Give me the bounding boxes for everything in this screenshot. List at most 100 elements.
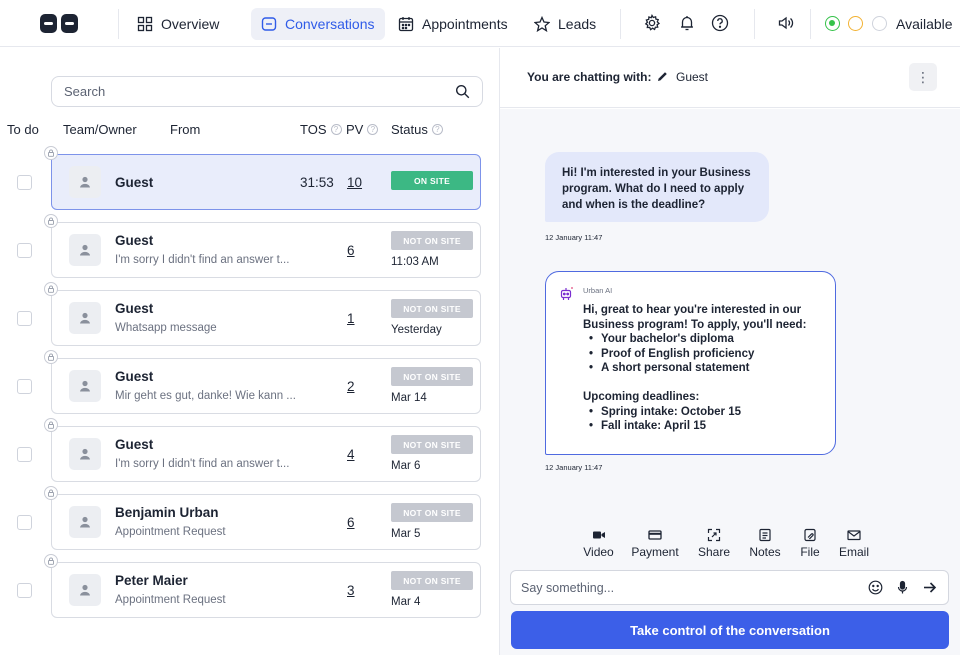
table-row[interactable]: Peter Maier Appointment Request 3 NOT ON SI…	[0, 554, 499, 620]
column-header-status: Status?	[391, 122, 443, 137]
bell-icon	[681, 16, 693, 31]
help-icon[interactable]: ?	[367, 124, 379, 135]
robot-icon	[560, 287, 573, 300]
nav-appointments-label: Appointments	[422, 16, 508, 32]
search-box[interactable]	[51, 76, 483, 107]
send-button[interactable]	[920, 579, 938, 597]
nav-conversations-label: Conversations	[285, 16, 375, 32]
lock-icon[interactable]	[44, 146, 58, 160]
search-input[interactable]	[64, 84, 455, 99]
chat-tools: Video Payment Share Notes File Email	[575, 528, 878, 559]
todo-checkbox[interactable]	[17, 175, 32, 190]
status-available-dot[interactable]	[825, 16, 840, 31]
lock-icon[interactable]	[44, 350, 58, 364]
list-item: Proof of English proficiency	[589, 347, 823, 362]
todo-checkbox[interactable]	[17, 311, 32, 326]
contact-name: Guest	[115, 233, 154, 248]
todo-checkbox[interactable]	[17, 515, 32, 530]
take-control-button[interactable]: Take control of the conversation	[511, 611, 949, 649]
user-icon	[80, 176, 90, 188]
todo-checkbox[interactable]	[17, 447, 32, 462]
column-header-todo: To do	[7, 122, 39, 137]
table-row[interactable]: Guest I'm sorry I didn't find an answer t…	[0, 214, 499, 280]
page-views-link[interactable]: 3	[347, 583, 355, 598]
avatar	[69, 574, 101, 606]
file-tool-button[interactable]: File	[790, 528, 830, 559]
notifications-button[interactable]	[677, 13, 697, 33]
more-options-button[interactable]: ⋮	[909, 63, 937, 91]
avatar	[69, 234, 101, 266]
availability-label: Available	[896, 16, 953, 32]
nav-divider	[118, 9, 119, 39]
nav-overview[interactable]: Overview	[127, 8, 229, 40]
calendar-icon	[398, 17, 414, 32]
nav-conversations[interactable]: Conversations	[251, 8, 385, 40]
page-views-link[interactable]: 1	[347, 311, 355, 326]
share-expand-icon	[707, 528, 721, 542]
lock-icon[interactable]	[44, 214, 58, 228]
payment-tool-button[interactable]: Payment	[622, 528, 688, 559]
message-input[interactable]	[521, 580, 857, 595]
table-row[interactable]: Guest Mir geht es gut, danke! Wie kann ..…	[0, 350, 499, 416]
page-views-link[interactable]: 6	[347, 515, 355, 530]
todo-checkbox[interactable]	[17, 379, 32, 394]
help-button[interactable]	[710, 13, 730, 33]
column-header-team: Team/Owner	[63, 122, 137, 137]
table-row[interactable]: Guest 31:53 10 ON SITE	[0, 146, 499, 212]
lock-icon[interactable]	[44, 418, 58, 432]
ai-sender-name: Urban AI	[583, 286, 613, 295]
last-activity-time: Mar 6	[391, 460, 421, 472]
notes-tool-button[interactable]: Notes	[740, 528, 790, 559]
lock-icon[interactable]	[44, 282, 58, 296]
chat-header: You are chatting with: Guest ⋮	[500, 48, 960, 108]
message-preview: Whatsapp message	[115, 322, 217, 334]
guest-name[interactable]: Guest	[676, 70, 708, 84]
todo-checkbox[interactable]	[17, 583, 32, 598]
status-away-dot[interactable]	[848, 16, 863, 31]
page-views-link[interactable]: 4	[347, 447, 355, 462]
sound-toggle-button[interactable]	[776, 13, 796, 33]
help-icon[interactable]: ?	[431, 124, 443, 135]
user-icon	[80, 244, 90, 256]
table-row[interactable]: Guest I'm sorry I didn't find an answer t…	[0, 418, 499, 484]
credit-card-icon	[648, 530, 662, 540]
settings-gear-button[interactable]	[642, 13, 662, 33]
chatting-with-label: You are chatting with:	[527, 70, 652, 84]
lock-icon[interactable]	[44, 554, 58, 568]
nav-leads[interactable]: Leads	[524, 8, 606, 40]
table-row[interactable]: Guest Whatsapp message 1 NOT ON SITE Yesterd…	[0, 282, 499, 348]
file-icon	[804, 528, 816, 542]
column-header-tos: TOS?	[300, 122, 342, 137]
status-badge: NOT ON SITE	[391, 503, 473, 522]
nav-appointments[interactable]: Appointments	[388, 8, 518, 40]
avatar	[69, 506, 101, 538]
list-item: Fall intake: April 15	[589, 419, 823, 434]
page-views-link[interactable]: 2	[347, 379, 355, 394]
user-message-timestamp: 12 January 11:47	[545, 233, 603, 242]
conversation-list-panel: To do Team/Owner From TOS? PV? Status? G…	[0, 48, 499, 655]
page-views-link[interactable]: 6	[347, 243, 355, 258]
video-tool-button[interactable]: Video	[575, 528, 622, 559]
avatar	[69, 370, 101, 402]
help-icon[interactable]: ?	[330, 124, 342, 135]
status-offline-dot[interactable]	[872, 16, 887, 31]
avatar	[69, 438, 101, 470]
emoji-button[interactable]	[866, 579, 884, 597]
user-icon	[80, 380, 90, 392]
status-badge: NOT ON SITE	[391, 435, 473, 454]
deadlines-title: Upcoming deadlines:	[583, 391, 700, 403]
email-tool-button[interactable]: Email	[830, 528, 878, 559]
microphone-button[interactable]	[893, 579, 911, 597]
tos-label: TOS	[300, 122, 327, 137]
todo-checkbox[interactable]	[17, 243, 32, 258]
lock-icon[interactable]	[44, 486, 58, 500]
search-icon[interactable]	[455, 84, 470, 99]
tool-label: Share	[697, 545, 731, 559]
ai-intro: Hi, great to hear you're interested in o…	[583, 304, 807, 331]
tool-label: Video	[583, 545, 614, 559]
top-navigation-bar: Overview Conversations Appointments Lead…	[0, 0, 960, 47]
share-tool-button[interactable]: Share	[688, 528, 740, 559]
pencil-icon[interactable]	[656, 70, 669, 83]
page-views-link[interactable]: 10	[347, 175, 362, 190]
table-row[interactable]: Benjamin Urban Appointment Request 6 NOT ON…	[0, 486, 499, 552]
